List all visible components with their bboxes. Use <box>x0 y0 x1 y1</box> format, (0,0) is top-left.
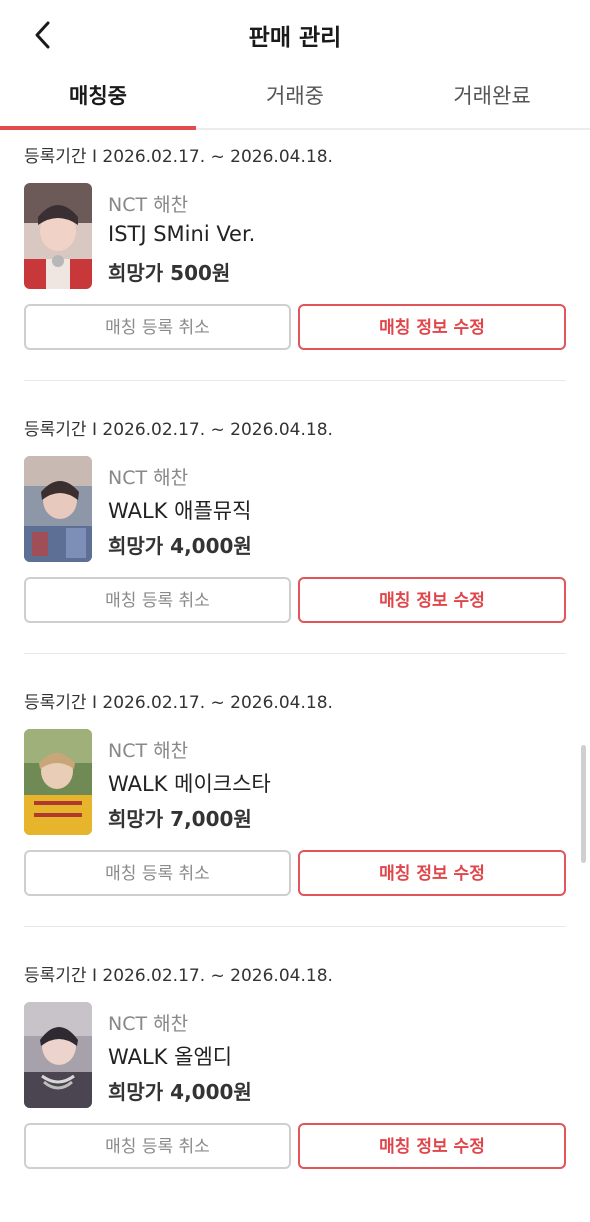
cancel-matching-button[interactable]: 매칭 등록 취소 <box>24 850 291 896</box>
photocard-thumbnail[interactable] <box>24 729 92 835</box>
photocard-thumbnail[interactable] <box>24 1002 92 1108</box>
item-divider <box>24 926 566 927</box>
desired-price: 희망가 7,000원 <box>108 807 252 831</box>
card-version: WALK 메이크스타 <box>108 772 271 796</box>
registration-period: 등록기간 I 2026.02.17. ~ 2026.04.18. <box>24 693 333 713</box>
tab-matching[interactable]: 매칭중 <box>0 80 196 110</box>
app-header: 판매 관리 <box>0 0 590 70</box>
registration-period: 등록기간 I 2026.02.17. ~ 2026.04.18. <box>24 420 333 440</box>
list-item: 등록기간 I 2026.02.17. ~ 2026.04.18. NCT 해찬 … <box>0 403 590 676</box>
edit-matching-button[interactable]: 매칭 정보 수정 <box>298 1123 566 1169</box>
desired-price: 희망가 500원 <box>108 261 231 285</box>
registration-period: 등록기간 I 2026.02.17. ~ 2026.04.18. <box>24 147 333 167</box>
tab-bar: 매칭중 거래중 거래완료 <box>0 70 590 130</box>
photocard-thumbnail[interactable] <box>24 183 92 289</box>
tab-trading[interactable]: 거래중 <box>197 80 393 110</box>
artist-name: NCT 해찬 <box>108 740 189 762</box>
card-version: WALK 애플뮤직 <box>108 499 252 523</box>
edit-matching-button[interactable]: 매칭 정보 수정 <box>298 304 566 350</box>
desired-price: 희망가 4,000원 <box>108 534 252 558</box>
artist-name: NCT 해찬 <box>108 1013 189 1035</box>
card-version: ISTJ SMini Ver. <box>108 222 256 246</box>
cancel-matching-button[interactable]: 매칭 등록 취소 <box>24 304 291 350</box>
item-divider <box>24 380 566 381</box>
edit-matching-button[interactable]: 매칭 정보 수정 <box>298 850 566 896</box>
scrollbar[interactable] <box>581 745 586 863</box>
desired-price: 희망가 4,000원 <box>108 1080 252 1104</box>
list-item: 등록기간 I 2026.02.17. ~ 2026.04.18. NCT 해찬 … <box>0 676 590 949</box>
list-item: 등록기간 I 2026.02.17. ~ 2026.04.18. NCT 해찬 … <box>0 949 590 1222</box>
list-item: 등록기간 I 2026.02.17. ~ 2026.04.18. NCT 해찬 … <box>0 130 590 403</box>
artist-name: NCT 해찬 <box>108 194 189 216</box>
card-version: WALK 올엠디 <box>108 1045 233 1069</box>
tab-completed[interactable]: 거래완료 <box>394 80 590 110</box>
item-divider <box>24 653 566 654</box>
artist-name: NCT 해찬 <box>108 467 189 489</box>
cancel-matching-button[interactable]: 매칭 등록 취소 <box>24 577 291 623</box>
page-title: 판매 관리 <box>248 25 342 51</box>
cancel-matching-button[interactable]: 매칭 등록 취소 <box>24 1123 291 1169</box>
registration-period: 등록기간 I 2026.02.17. ~ 2026.04.18. <box>24 966 333 986</box>
photocard-thumbnail[interactable] <box>24 456 92 562</box>
edit-matching-button[interactable]: 매칭 정보 수정 <box>298 577 566 623</box>
